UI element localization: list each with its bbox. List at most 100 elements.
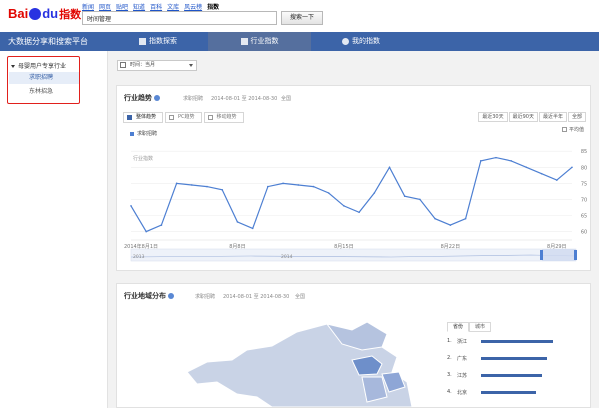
- baidu-index-logo[interactable]: Bai du指数: [8, 6, 81, 22]
- ranking-province: 浙江: [457, 338, 468, 345]
- sidebar-group-label: 母婴用户专享行业: [18, 63, 67, 70]
- ranking-bar: [481, 390, 536, 394]
- sidebar-item-second[interactable]: 东林招急: [9, 86, 79, 98]
- product-link-3[interactable]: 知道: [133, 2, 145, 11]
- tab-my-index[interactable]: 我的指数: [311, 32, 411, 51]
- map-region-central: [361, 376, 388, 403]
- main-nav: 大数据分享和搜索平台 指数探索 行业指数 我的指数: [0, 32, 599, 51]
- tab-index-explore[interactable]: 指数探索: [108, 32, 208, 51]
- industry-sidebar: 母婴用户专享行业 求职招聘 东林招急: [0, 51, 108, 408]
- user-icon: [342, 38, 349, 45]
- y-tick-label: 85: [581, 149, 587, 155]
- data-point: [297, 184, 300, 186]
- data-point: [175, 182, 178, 185]
- tab-industry-index[interactable]: 行业指数: [208, 32, 311, 51]
- tab-city[interactable]: 城市: [469, 322, 491, 332]
- data-point: [251, 227, 254, 230]
- ranking-number: 3.: [447, 372, 452, 378]
- product-link-5[interactable]: 文库: [167, 2, 179, 11]
- y-tick-label: 70: [581, 197, 587, 203]
- tab-province[interactable]: 省份: [447, 322, 469, 332]
- data-point: [555, 179, 558, 181]
- overview-label-mid: 2014: [281, 254, 293, 260]
- data-point: [282, 182, 284, 185]
- ranking-number: 2.: [447, 355, 452, 361]
- industry-icon: [240, 38, 248, 45]
- logo-text-du: du: [42, 6, 59, 21]
- data-point: [130, 205, 132, 207]
- data-point: [419, 198, 421, 201]
- data-point: [312, 185, 315, 188]
- product-link-4[interactable]: 百科: [150, 2, 162, 11]
- time-range-select[interactable]: 时间：当月: [117, 60, 197, 71]
- product-link-1[interactable]: 网页: [99, 2, 111, 11]
- data-point: [160, 224, 163, 226]
- tab-label: 我的指数: [352, 37, 380, 45]
- overview-label-left: 2013: [133, 254, 145, 260]
- y-tick-label: 75: [581, 181, 587, 187]
- region-meta-range: 2014-08-01 至 2014-08-30: [223, 294, 290, 300]
- ranking-province: 广东: [457, 355, 468, 362]
- ranking-row[interactable]: 3. 江苏: [447, 370, 542, 380]
- data-point: [343, 205, 345, 207]
- data-point: [403, 195, 406, 198]
- main-content: 时间：当月 行业趋势 求职招聘 2014-08-01 至 2014-08-30 …: [108, 51, 599, 408]
- product-link-0[interactable]: 新闻: [82, 2, 94, 11]
- data-point: [221, 188, 224, 191]
- ranking-row[interactable]: 2. 广东: [447, 353, 547, 363]
- ranking-row[interactable]: 4. 北京: [447, 387, 536, 397]
- ranking-bar: [481, 356, 547, 360]
- paw-icon: [29, 7, 42, 20]
- y-tick-label: 80: [581, 165, 587, 171]
- data-point: [267, 185, 269, 188]
- data-point: [540, 172, 543, 175]
- data-point: [388, 166, 391, 169]
- region-meta-tag: 求职招聘: [195, 294, 216, 300]
- series-line-job-recruitment: [130, 156, 573, 233]
- calendar-icon: [120, 62, 126, 68]
- sidebar-item-job-recruitment[interactable]: 求职招聘: [9, 72, 79, 84]
- industry-trend-card: 行业趋势 求职招聘 2014-08-01 至 2014-08-30 全国 整体趋…: [116, 85, 591, 271]
- logo-text-zhishu: 指数: [59, 9, 82, 21]
- caret-down-icon: [11, 65, 15, 68]
- region-meta-scope: 全国: [295, 294, 306, 300]
- data-point: [358, 211, 360, 214]
- chevron-down-icon: [189, 64, 193, 67]
- data-point: [571, 166, 573, 169]
- data-point: [525, 166, 528, 169]
- data-point: [434, 217, 436, 220]
- ranking-row[interactable]: 1. 浙江: [447, 336, 553, 346]
- ranking-number: 4.: [447, 389, 452, 395]
- ranking-bar: [481, 339, 553, 343]
- search-input[interactable]: [82, 11, 277, 25]
- data-point: [510, 160, 512, 162]
- product-link-2[interactable]: 贴吧: [116, 2, 128, 11]
- product-link-7[interactable]: 指数: [207, 2, 219, 11]
- ranking-number: 1.: [447, 338, 452, 344]
- trend-line-chart: 858075706560行业指数2014年8月1日 8月8日 8月15日 8月22日 8…: [124, 149, 587, 262]
- region-distribution-card: 行业地域分布 求职招聘 2014-08-01 至 2014-08-30 全国 省…: [116, 283, 591, 408]
- ranking-province: 江苏: [457, 372, 468, 379]
- help-icon[interactable]: [168, 293, 174, 299]
- ranking-bar: [481, 373, 542, 377]
- product-nav-links: 新闻 网页 贴吧 知道 百科 文库 风云榜 指数: [82, 2, 219, 11]
- logo-text-bai: Bai: [8, 6, 29, 21]
- sidebar-group-maternal[interactable]: 母婴用户专享行业: [11, 61, 66, 70]
- data-point: [327, 192, 330, 194]
- region-card-title: 行业地域分布: [124, 291, 174, 301]
- brush-selection: [542, 249, 576, 261]
- search-button[interactable]: 搜索一下: [281, 11, 323, 25]
- y-axis-title: 行业指数: [133, 155, 153, 162]
- overview-strip: [130, 248, 577, 262]
- china-map[interactable]: [177, 312, 427, 407]
- bar-chart-icon: [139, 38, 146, 45]
- region-title-text: 行业地域分布: [124, 292, 166, 300]
- data-point: [145, 230, 148, 233]
- product-link-6[interactable]: 风云榜: [184, 2, 202, 11]
- data-point: [236, 221, 239, 223]
- tab-label: 指数探索: [149, 37, 177, 45]
- data-point: [449, 224, 452, 226]
- brush-handle-left: [540, 250, 543, 260]
- ranking-province: 北京: [457, 389, 468, 396]
- y-tick-label: 60: [581, 230, 587, 236]
